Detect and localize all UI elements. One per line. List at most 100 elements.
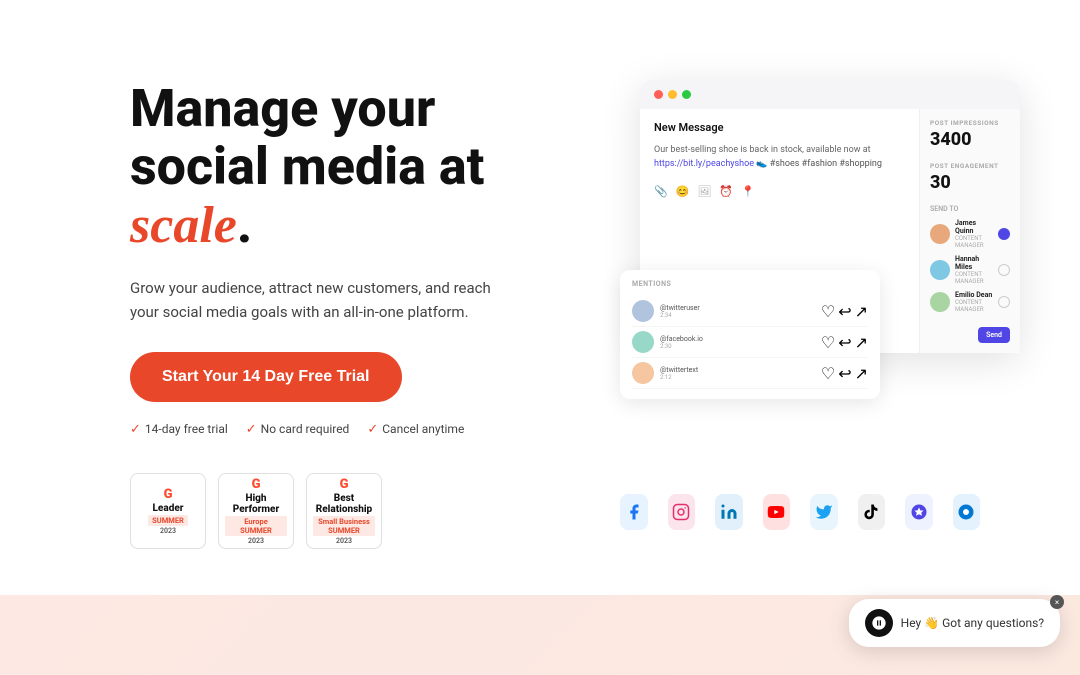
emoji-icon: 😊 (676, 185, 690, 198)
share-icon-3[interactable]: ↗ (855, 364, 868, 383)
reply-icon[interactable]: ↩ (838, 302, 851, 321)
check-icon-cancel: ✓ (367, 422, 378, 437)
perk-trial-text: 14-day free trial (145, 422, 228, 436)
stat-impressions-value: 3400 (930, 129, 1010, 150)
contact-hannah-role: CONTENT MANAGER (955, 271, 993, 285)
badge-relationship-title: Best Relationship (313, 493, 375, 515)
brand1-icon[interactable] (905, 494, 933, 530)
location-icon: 📍 (741, 185, 755, 198)
mention-actions-3: ♡ ↩ ↗ (821, 364, 868, 383)
avatar-james (930, 224, 950, 244)
perk-card: ✓ No card required (246, 422, 350, 437)
perk-cancel: ✓ Cancel anytime (367, 422, 464, 437)
contact-james-name: James Quinn (955, 219, 993, 235)
subtext: Grow your audience, attract new customer… (130, 276, 510, 324)
contact-emilio: Emilio Dean CONTENT MANAGER (930, 291, 1010, 313)
cta-button[interactable]: Start Your 14 Day Free Trial (130, 352, 402, 402)
badge-relationship-year: 2023 (336, 537, 352, 545)
stat-engagement: POST ENGAGEMENT 30 (930, 162, 1010, 193)
badge-performer-g2: G (252, 477, 261, 492)
stat-engagement-label: POST ENGAGEMENT (930, 162, 1010, 170)
linkedin-icon[interactable] (715, 494, 743, 530)
contact-james-info: James Quinn CONTENT MANAGER (955, 219, 993, 249)
reply-icon-2[interactable]: ↩ (838, 333, 851, 352)
instagram-icon[interactable] (668, 494, 696, 530)
headline-line2: social media at (130, 136, 484, 197)
mention-avatar-3 (632, 362, 654, 384)
send-to-label: Send to (930, 205, 1010, 213)
chat-wave: 👋 (924, 616, 942, 630)
contact-emilio-name: Emilio Dean (955, 291, 993, 299)
dot-yellow (668, 90, 677, 99)
brand2-icon[interactable] (953, 494, 981, 530)
hero-section: Manage your social media at scale. Grow … (0, 0, 1080, 600)
perk-trial: ✓ 14-day free trial (130, 422, 228, 437)
facebook-icon[interactable] (620, 494, 648, 530)
mention-row-1: @twitteruser 2:34 ♡ ↩ ↗ (632, 296, 868, 327)
message-body: Our best-selling shoe is back in stock, … (654, 144, 905, 171)
mention-row-2: @facebook.io 2:30 ♡ ↩ ↗ (632, 327, 868, 358)
chat-widget[interactable]: × Hey 👋 Got any questions? (849, 599, 1060, 647)
check-icon-trial: ✓ (130, 422, 141, 437)
contact-hannah-name: Hannah Miles (955, 255, 993, 271)
dot-red (654, 90, 663, 99)
avatar-emilio (930, 292, 950, 312)
mention-actions-1: ♡ ↩ ↗ (821, 302, 868, 321)
tiktok-icon[interactable] (858, 494, 886, 530)
radio-emilio[interactable] (998, 296, 1010, 308)
check-icon-card: ✓ (246, 422, 257, 437)
mention-avatar-2 (632, 331, 654, 353)
mention-row-3: @twittertext 2:12 ♡ ↩ ↗ (632, 358, 868, 389)
badge-leader-title: Leader (153, 503, 184, 514)
image-icon: 🖼 (697, 185, 711, 198)
ui-mockup: New Message Our best-selling shoe is bac… (620, 60, 980, 560)
mentions-panel: MENTIONS @twitteruser 2:34 ♡ ↩ ↗ @facebo… (620, 270, 880, 399)
message-body-text: Our best-selling shoe is back in stock, … (654, 145, 871, 155)
chat-question: Got any questions? (942, 616, 1044, 630)
twitter-icon[interactable] (810, 494, 838, 530)
youtube-icon[interactable] (763, 494, 791, 530)
chat-logo (865, 609, 893, 637)
badge-performer-title: High Performer (225, 493, 287, 515)
badge-leader-g2: G (164, 487, 173, 502)
message-link[interactable]: https://bit.ly/peachyshoe (654, 159, 754, 169)
like-icon[interactable]: ♡ (821, 302, 835, 321)
mention-time-2: 2:30 (660, 343, 815, 350)
chat-hey: Hey (901, 616, 922, 630)
chat-text: Hey 👋 Got any questions? (901, 616, 1044, 630)
close-icon[interactable]: × (1050, 595, 1064, 609)
stat-impressions: POST IMPRESSIONS 3400 (930, 119, 1010, 150)
share-icon[interactable]: ↗ (855, 302, 868, 321)
mention-handle-3: @twittertext (660, 366, 815, 374)
badge-relationship-g2: G (340, 477, 349, 492)
headline-line1: Manage your (130, 78, 435, 139)
badge-relationship-sub: Small Business SUMMER (313, 516, 375, 536)
mention-avatar-1 (632, 300, 654, 322)
headline: Manage your social media at scale. (130, 80, 560, 256)
badge-leader-sub: SUMMER (148, 515, 188, 526)
mentions-label: MENTIONS (632, 280, 868, 288)
mention-time-1: 2:34 (660, 312, 815, 319)
mention-handle-1: @twitteruser (660, 304, 815, 312)
like-icon-2[interactable]: ♡ (821, 333, 835, 352)
reply-icon-3[interactable]: ↩ (838, 364, 851, 383)
contact-james: James Quinn CONTENT MANAGER (930, 219, 1010, 249)
dot-green (682, 90, 691, 99)
send-button[interactable]: Send (978, 327, 1010, 343)
perk-card-text: No card required (261, 422, 350, 436)
badge-performer: G High Performer Europe SUMMER 2023 (218, 473, 294, 549)
left-column: Manage your social media at scale. Grow … (130, 60, 560, 549)
like-icon-3[interactable]: ♡ (821, 364, 835, 383)
message-sidebar: POST IMPRESSIONS 3400 POST ENGAGEMENT 30… (920, 109, 1020, 353)
stat-impressions-label: POST IMPRESSIONS (930, 119, 1010, 127)
radio-james[interactable] (998, 228, 1010, 240)
contact-emilio-info: Emilio Dean CONTENT MANAGER (955, 291, 993, 313)
social-icons-row (620, 494, 980, 530)
clock-icon: ⏰ (719, 185, 733, 198)
contact-hannah-info: Hannah Miles CONTENT MANAGER (955, 255, 993, 285)
radio-hannah[interactable] (998, 264, 1010, 276)
share-icon-2[interactable]: ↗ (855, 333, 868, 352)
mention-handle-2: @facebook.io (660, 335, 815, 343)
perks-list: ✓ 14-day free trial ✓ No card required ✓… (130, 422, 560, 437)
mention-actions-2: ♡ ↩ ↗ (821, 333, 868, 352)
